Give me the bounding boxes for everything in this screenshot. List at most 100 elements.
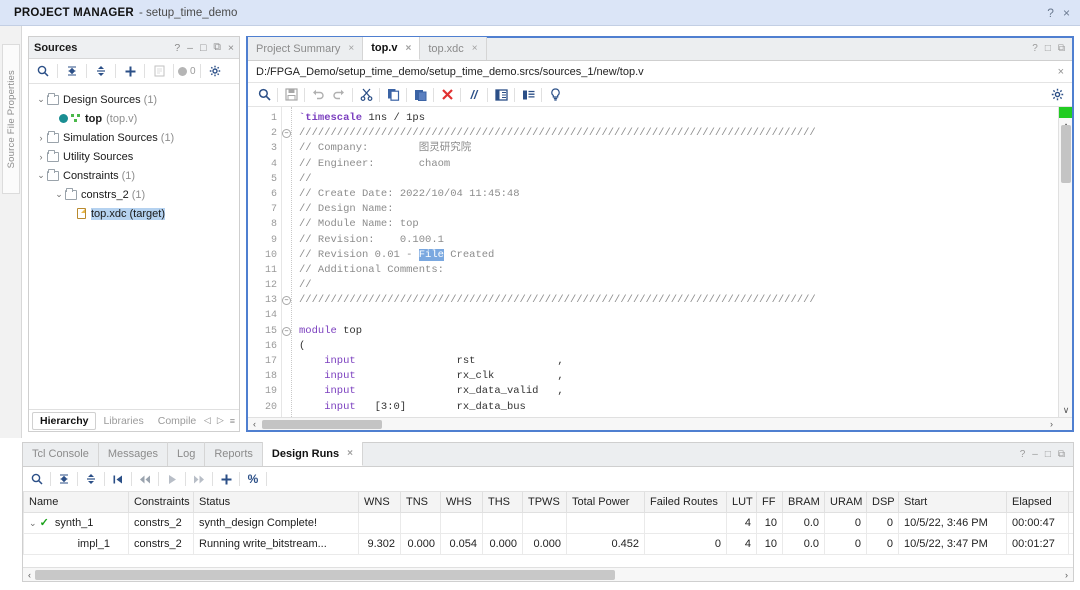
tree-item-constrs-2[interactable]: ⌄ constrs_2 (1) — [29, 185, 239, 204]
close-icon[interactable]: × — [1063, 6, 1070, 20]
add-run-icon[interactable] — [216, 469, 236, 489]
scroll-right-icon[interactable]: › — [1060, 568, 1073, 582]
float-icon[interactable]: ⧉ — [1058, 43, 1065, 54]
maximize-icon[interactable]: □ — [1045, 449, 1051, 460]
tab-libraries[interactable]: Libraries — [96, 413, 150, 429]
tab-reports[interactable]: Reports — [205, 442, 263, 466]
close-icon[interactable]: × — [228, 42, 234, 54]
find-icon[interactable] — [254, 85, 274, 105]
tab-design-runs[interactable]: Design Runs × — [262, 442, 363, 466]
horizontal-scroll-thumb[interactable] — [262, 420, 382, 429]
tab-next-icon[interactable]: ▷ — [217, 415, 224, 426]
run-icon[interactable] — [162, 469, 182, 489]
indent-icon[interactable] — [518, 85, 538, 105]
help-icon[interactable]: ? — [1032, 43, 1038, 54]
maximize-icon[interactable]: □ — [200, 42, 206, 54]
col-tns[interactable]: TNS — [400, 492, 441, 513]
gear-icon[interactable] — [205, 61, 225, 81]
tab-tcl-console[interactable]: Tcl Console — [23, 442, 99, 466]
cell-name[interactable]: ⌄ ✓ synth_1 — [23, 511, 129, 534]
tab-top-v[interactable]: top.v × — [363, 37, 421, 60]
chevron-down-icon[interactable]: ⌄ — [35, 170, 47, 181]
tree-item-utility-sources[interactable]: › Utility Sources — [29, 147, 239, 166]
scroll-left-icon[interactable]: ‹ — [248, 418, 261, 431]
help-icon[interactable]: ? — [174, 42, 180, 54]
sources-tree[interactable]: ⌄ Design Sources (1) top (top.v) › Simul… — [29, 84, 239, 409]
table-row[interactable]: ⌄ ✓ synth_1 constrs_2 synth_design Compl… — [23, 511, 1073, 534]
next-run-icon[interactable] — [189, 469, 209, 489]
minimize-icon[interactable]: – — [187, 42, 193, 54]
vertical-scroll-thumb[interactable] — [1061, 125, 1071, 183]
columns-icon[interactable] — [491, 85, 511, 105]
col-failed-routes[interactable]: Failed Routes — [644, 492, 727, 513]
tree-item-simulation-sources[interactable]: › Simulation Sources (1) — [29, 128, 239, 147]
tab-top-xdc[interactable]: top.xdc × — [420, 37, 487, 60]
col-elapsed[interactable]: Elapsed — [1006, 492, 1069, 513]
maximize-icon[interactable]: □ — [1045, 43, 1051, 54]
col-dsp[interactable]: DSP — [866, 492, 899, 513]
help-icon[interactable]: ? — [1020, 449, 1026, 460]
search-icon[interactable] — [33, 61, 53, 81]
tree-item-constraints[interactable]: ⌄ Constraints (1) — [29, 166, 239, 185]
tab-close-icon[interactable]: × — [347, 448, 353, 459]
editor-vertical-scrollbar[interactable]: ∧ ∨ — [1058, 107, 1072, 417]
fold-toggle-icon[interactable]: – — [282, 326, 291, 336]
expand-all-icon[interactable] — [81, 469, 101, 489]
col-tpws[interactable]: TPWS — [522, 492, 567, 513]
expand-all-icon[interactable] — [91, 61, 111, 81]
tab-project-summary[interactable]: Project Summary × — [248, 37, 364, 60]
tab-compile-order[interactable]: Compile — [151, 413, 204, 429]
delete-icon[interactable] — [437, 85, 457, 105]
col-ff[interactable]: FF — [756, 492, 783, 513]
col-status[interactable]: Status — [193, 492, 359, 513]
tab-close-icon[interactable]: × — [472, 43, 478, 54]
close-icon[interactable]: × — [1058, 66, 1064, 78]
scroll-down-icon[interactable]: ∨ — [1059, 403, 1072, 417]
chevron-right-icon[interactable]: › — [35, 133, 47, 143]
float-icon[interactable]: ⧉ — [1058, 449, 1065, 460]
copy-icon[interactable] — [383, 85, 403, 105]
design-runs-table-wrap[interactable]: Name Constraints Status WNS TNS WHS THS … — [23, 492, 1073, 567]
tab-messages[interactable]: Messages — [99, 442, 168, 466]
col-name[interactable]: Name — [23, 492, 129, 513]
col-uram[interactable]: URAM — [824, 492, 867, 513]
tab-prev-icon[interactable]: ◁ — [204, 415, 211, 426]
col-whs[interactable]: WHS — [440, 492, 483, 513]
search-icon[interactable] — [27, 469, 47, 489]
chevron-down-icon[interactable]: ⌄ — [29, 518, 37, 528]
table-row[interactable]: impl_1 constrs_2 Running write_bitstream… — [23, 532, 1073, 555]
tab-close-icon[interactable]: × — [348, 43, 354, 54]
col-wns[interactable]: WNS — [358, 492, 401, 513]
cut-icon[interactable] — [356, 85, 376, 105]
horizontal-scroll-thumb[interactable] — [35, 570, 615, 580]
tab-close-icon[interactable]: × — [405, 43, 411, 54]
collapse-all-icon[interactable] — [62, 61, 82, 81]
col-bram[interactable]: BRAM — [782, 492, 825, 513]
editor-settings-icon[interactable] — [1051, 88, 1064, 101]
float-icon[interactable]: ⧉ — [213, 41, 221, 54]
tab-hierarchy[interactable]: Hierarchy — [32, 411, 97, 430]
tab-menu-icon[interactable]: ≡ — [230, 416, 235, 426]
prev-run-icon[interactable] — [135, 469, 155, 489]
tab-log[interactable]: Log — [168, 442, 206, 466]
paste-icon[interactable] — [410, 85, 430, 105]
source-file-properties-tab[interactable]: Source File Properties — [2, 44, 20, 194]
add-sources-icon[interactable] — [120, 61, 140, 81]
tree-item-top-module[interactable]: top (top.v) — [29, 109, 239, 128]
chevron-right-icon[interactable]: › — [35, 152, 47, 162]
cell-name[interactable]: impl_1 — [23, 532, 129, 555]
chevron-down-icon[interactable]: ⌄ — [35, 94, 47, 105]
col-ths[interactable]: THS — [482, 492, 523, 513]
scroll-right-icon[interactable]: › — [1045, 418, 1058, 431]
col-run-strategy[interactable]: Run Strategy — [1068, 492, 1073, 513]
col-start[interactable]: Start — [898, 492, 1007, 513]
percent-icon[interactable]: % — [243, 469, 263, 489]
comment-icon[interactable]: // — [464, 85, 484, 105]
col-total-power[interactable]: Total Power — [566, 492, 645, 513]
hint-icon[interactable] — [545, 85, 565, 105]
first-run-icon[interactable] — [108, 469, 128, 489]
minimize-icon[interactable]: – — [1032, 449, 1038, 460]
tree-item-design-sources[interactable]: ⌄ Design Sources (1) — [29, 90, 239, 109]
code-view[interactable]: 1 2– 3 4 5 6 7 8 9 10 11 12 13– 14 15– 1… — [248, 107, 1072, 417]
chevron-down-icon[interactable]: ⌄ — [53, 189, 65, 200]
